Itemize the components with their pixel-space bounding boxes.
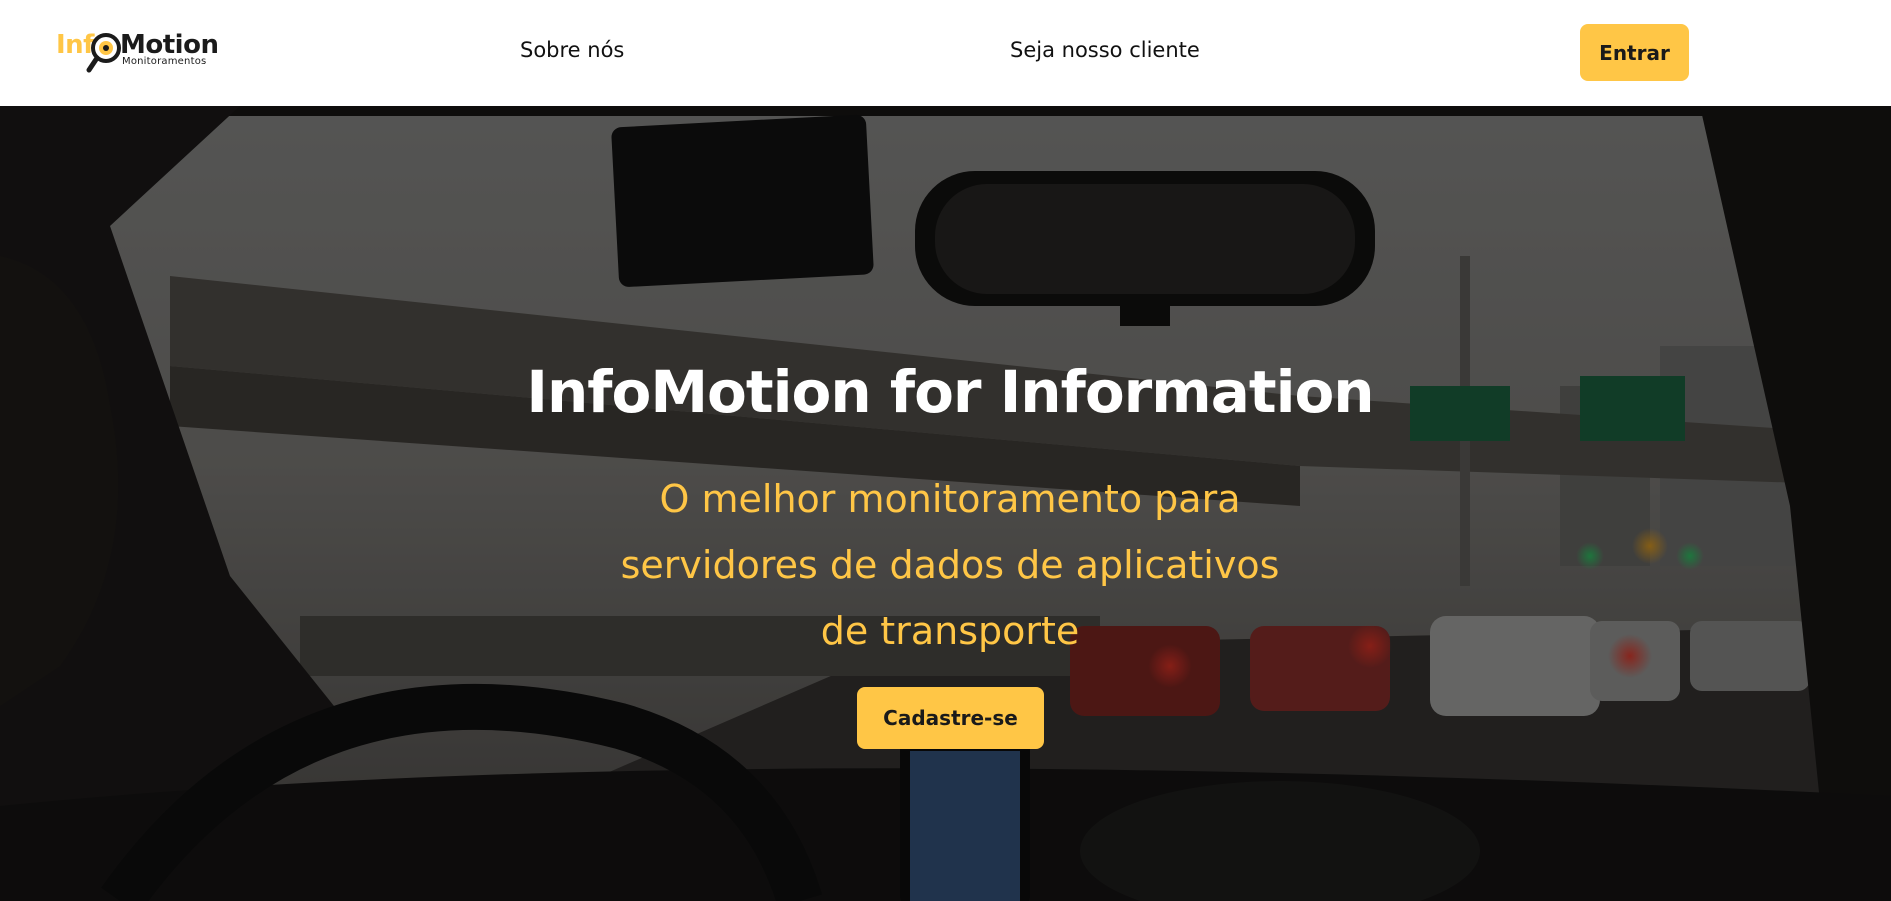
magnifier-eye-icon bbox=[86, 33, 121, 73]
hero-section: InfoMotion for Information O melhor moni… bbox=[0, 106, 1891, 901]
nav-link-sobre-nos[interactable]: Sobre nós bbox=[520, 38, 624, 62]
logo-tagline: Monitoramentos bbox=[122, 56, 207, 67]
top-navbar: Inf Motion Monitoramentos Sobre nós Seja … bbox=[0, 0, 1891, 106]
infomotion-logo[interactable]: Inf Motion Monitoramentos bbox=[56, 28, 219, 74]
entrar-button[interactable]: Entrar bbox=[1580, 24, 1689, 81]
hero-subtitle-line-2: servidores de dados de aplicativos bbox=[620, 543, 1280, 587]
hero-subtitle-line-3: de transporte bbox=[820, 609, 1080, 653]
cadastre-se-button[interactable]: Cadastre-se bbox=[857, 687, 1044, 749]
hero-subtitle-line-1: O melhor monitoramento para bbox=[659, 477, 1241, 521]
nav-link-seja-cliente[interactable]: Seja nosso cliente bbox=[1010, 38, 1200, 62]
hero-title: InfoMotion for Information bbox=[526, 358, 1374, 426]
hero-subtitle: O melhor monitoramento para servidores d… bbox=[0, 466, 1891, 664]
